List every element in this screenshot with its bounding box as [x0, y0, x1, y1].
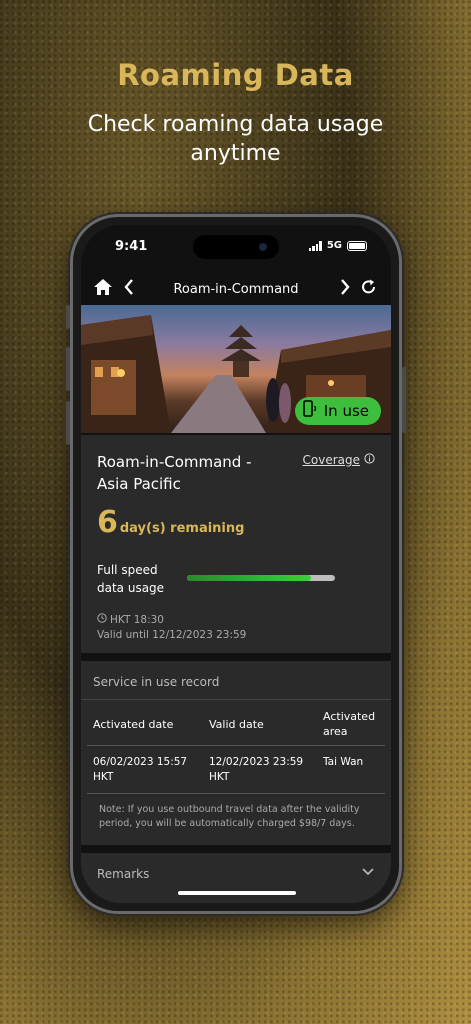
days-number: 6 [97, 505, 118, 540]
charge-note: Note: If you use outbound travel data af… [99, 804, 360, 829]
update-time: HKT 18:30 [110, 614, 164, 626]
volume-up-button [66, 347, 70, 391]
speed-label: Full speed data usage [97, 563, 165, 595]
in-use-label: In use [323, 402, 369, 420]
status-indicators: 5G [308, 240, 367, 251]
column-header-activated-date: Activated date [93, 718, 174, 731]
camera-icon [259, 243, 267, 251]
validity-info: HKT 18:30 Valid until 12/12/2023 23:59 [97, 613, 246, 643]
phone-signal-icon [302, 400, 319, 422]
divider [87, 793, 385, 794]
cell-activated-area: Tai Wan [323, 756, 364, 768]
valid-until: Valid until 12/12/2023 23:59 [97, 629, 247, 641]
mute-switch [66, 305, 70, 329]
promo-subline: Check roaming data usage anytime [87, 112, 384, 166]
cell-activated-date: 06/02/2023 15:57 HKT [93, 756, 188, 783]
service-record-card: Service in use record Activated date Val… [81, 661, 391, 845]
refresh-icon[interactable] [361, 278, 377, 302]
chevron-down-icon [361, 865, 375, 881]
network-type: 5G [326, 240, 342, 251]
signal-icon [308, 240, 322, 251]
info-icon [364, 453, 375, 467]
divider [87, 745, 385, 746]
hero-image: In use [81, 305, 391, 433]
phone-screen: 9:41 5G Roam-in-Command In use Roam-in-C… [81, 225, 391, 903]
coverage-label: Coverage [302, 453, 361, 467]
divider [81, 699, 391, 700]
volume-down-button [66, 401, 70, 445]
column-header-activated-area: Activated area [323, 710, 376, 738]
record-heading: Service in use record [93, 675, 220, 689]
dynamic-island [193, 235, 279, 259]
status-time: 9:41 [115, 239, 148, 254]
promo-headline: Roaming Data [117, 58, 354, 92]
days-label: day(s) remaining [119, 521, 245, 536]
clock-icon [97, 613, 107, 628]
usage-progress-bar [187, 575, 335, 581]
in-use-badge: In use [294, 397, 381, 425]
cell-valid-date: 12/02/2023 23:59 HKT [209, 756, 304, 783]
days-remaining: 6 day(s) remaining [97, 505, 244, 540]
home-indicator[interactable] [178, 891, 296, 895]
phone-frame: 9:41 5G Roam-in-Command In use Roam-in-C… [66, 214, 406, 914]
chevron-right-icon[interactable] [339, 278, 351, 302]
usage-progress-fill [187, 575, 312, 581]
power-button [402, 367, 406, 433]
remarks-label: Remarks [97, 867, 150, 881]
battery-icon [347, 240, 367, 251]
status-bar: 9:41 5G [81, 225, 391, 277]
coverage-link[interactable]: Coverage [303, 453, 376, 467]
column-header-valid-date: Valid date [209, 718, 264, 731]
plan-card: Roam-in-Command - Asia Pacific Coverage … [81, 435, 391, 653]
nav-bar: Roam-in-Command [81, 275, 391, 305]
remarks-accordion[interactable]: Remarks [81, 853, 391, 903]
plan-name: Roam-in-Command - Asia Pacific [97, 453, 252, 493]
